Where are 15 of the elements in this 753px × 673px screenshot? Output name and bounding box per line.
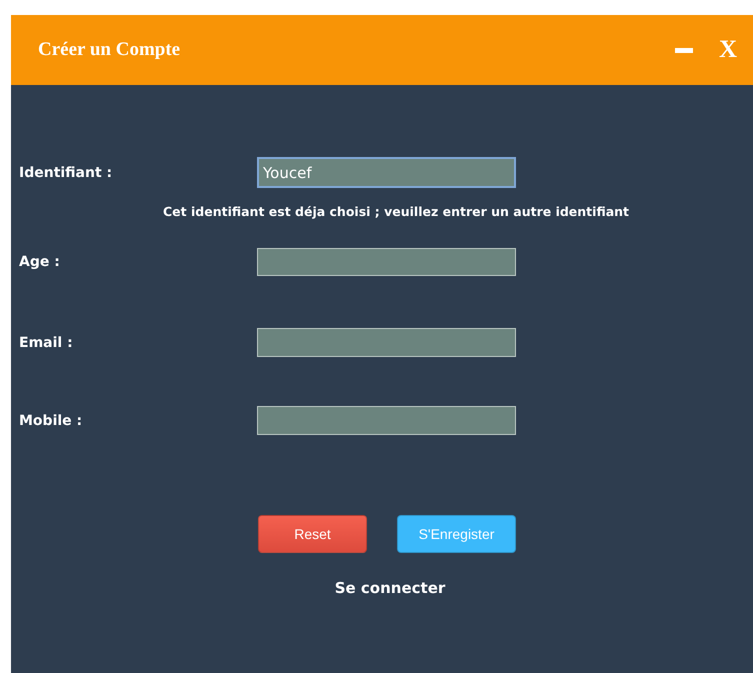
submit-button[interactable]: S'Enregister <box>397 515 516 553</box>
input-field[interactable]: Youcef <box>257 157 516 188</box>
input-field[interactable] <box>257 248 516 276</box>
input-field[interactable] <box>257 328 516 357</box>
field-label: Email : <box>18 334 74 350</box>
reset-button[interactable]: Reset <box>258 515 367 553</box>
close-button[interactable]: X <box>718 36 737 64</box>
input-field[interactable] <box>257 406 516 435</box>
error-message: Cet identifiant est déja choisi ; veuillez entrer un autre identifiant <box>163 204 630 221</box>
minimize-icon[interactable] <box>674 48 693 52</box>
field-label: Identifiant : <box>18 164 114 180</box>
login-link[interactable]: Se connecter <box>334 579 446 597</box>
field-label: Mobile : <box>18 412 84 428</box>
window-title: Créer un Compte <box>38 39 182 61</box>
field-label: Age : <box>18 254 61 270</box>
